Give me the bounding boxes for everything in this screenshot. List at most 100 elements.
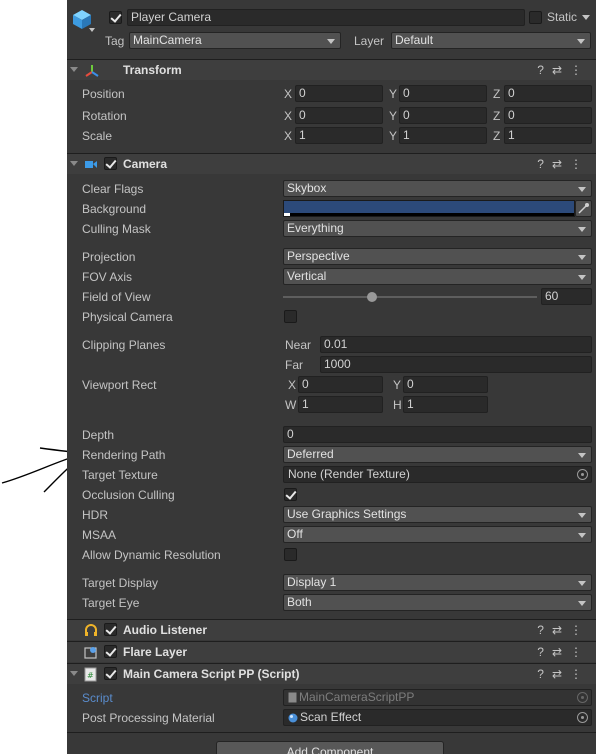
tag-dropdown[interactable]: MainCamera [129,32,341,49]
gameobject-icon-dropdown[interactable] [89,28,95,32]
script-file-icon [288,692,297,703]
position-y-axis: Y [389,87,398,101]
culling-mask-value: Everything [287,221,344,235]
fov-value-field[interactable]: 60 [541,288,592,305]
tag-label: Tag [105,34,125,48]
script-value: MainCameraScriptPP [299,690,415,704]
gameobject-icon [71,8,93,30]
component-header-icons[interactable]: ?⇄⋮ [537,157,590,171]
fov-slider-thumb[interactable] [366,292,377,302]
component-header-icons[interactable]: ?⇄⋮ [537,623,590,637]
scale-y-field[interactable]: 1 [399,127,487,144]
physical-camera-checkbox[interactable] [284,310,297,323]
chevron-down-icon [578,453,586,458]
chevron-down-icon [578,513,586,518]
static-dropdown-arrow[interactable] [582,15,590,20]
viewport-x-field[interactable]: 0 [298,376,383,393]
hdr-dropdown[interactable]: Use Graphics Settings [283,506,592,523]
object-picker-icon[interactable] [577,712,588,723]
static-checkbox[interactable] [529,11,542,24]
clipping-planes-label: Clipping Planes [82,338,166,352]
svg-text:#: # [87,671,94,680]
rotation-z-field[interactable]: 0 [504,107,592,124]
position-y-field[interactable]: 0 [399,85,487,102]
flare-layer-title: Flare Layer [123,645,188,659]
rendering-path-value: Deferred [287,447,334,461]
chevron-down-icon [578,227,586,232]
far-label: Far [285,358,303,372]
object-picker-icon[interactable] [577,469,588,480]
script-label: Script [82,691,113,705]
object-name-field[interactable]: Player Camera [127,9,525,26]
component-header-icons[interactable]: ?⇄⋮ [537,667,590,681]
rotation-y-field[interactable]: 0 [399,107,487,124]
transform-icon [85,65,99,77]
flare-layer-header[interactable]: Flare Layer ?⇄⋮ [67,641,596,662]
fov-axis-value: Vertical [287,269,327,283]
chevron-down-icon [578,187,586,192]
post-processing-material-field[interactable]: Scan Effect [283,709,592,726]
viewport-y-field[interactable]: 0 [403,376,488,393]
audio-listener-checkbox[interactable] [104,623,117,636]
material-value: Scan Effect [300,710,362,724]
flare-layer-checkbox[interactable] [104,645,117,658]
position-x-field[interactable]: 0 [295,85,383,102]
hdr-label: HDR [82,508,108,522]
component-header-icons[interactable]: ?⇄⋮ [537,63,590,77]
background-label: Background [82,202,147,216]
inspector-panel: Player Camera Static Tag MainCamera Laye… [67,0,596,754]
layer-dropdown[interactable]: Default [391,32,591,49]
script-component-header[interactable]: # Main Camera Script PP (Script) ?⇄⋮ [67,663,596,684]
msaa-dropdown[interactable]: Off [283,526,592,543]
camera-icon [85,161,97,168]
viewport-rect-label: Viewport Rect [82,378,157,392]
viewport-h-axis: H [393,398,402,412]
audio-listener-header[interactable]: Audio Listener ?⇄⋮ [67,619,596,640]
add-component-button[interactable]: Add Component [216,741,444,754]
transform-header[interactable]: Transform ?⇄⋮ [67,59,596,80]
culling-mask-dropdown[interactable]: Everything [283,220,592,237]
scale-z-field[interactable]: 1 [504,127,592,144]
camera-header[interactable]: Camera ?⇄⋮ [67,153,596,174]
projection-dropdown[interactable]: Perspective [283,248,592,265]
chevron-down-icon [578,601,586,606]
rotation-label: Rotation [82,109,127,123]
fov-axis-dropdown[interactable]: Vertical [283,268,592,285]
rotation-z-axis: Z [493,109,501,123]
background-color-field[interactable] [283,200,575,217]
fov-slider-track[interactable] [283,296,537,298]
script-enabled-checkbox[interactable] [104,667,117,680]
chevron-down-icon [578,275,586,280]
position-x-axis: X [284,87,293,101]
clear-flags-label: Clear Flags [82,182,144,196]
rotation-x-field[interactable]: 0 [295,107,383,124]
rendering-path-dropdown[interactable]: Deferred [283,446,592,463]
foldout-arrow-icon[interactable] [70,161,78,166]
far-field[interactable]: 1000 [320,356,592,373]
target-display-dropdown[interactable]: Display 1 [283,574,592,591]
tag-value: MainCamera [133,33,202,47]
foldout-arrow-icon[interactable] [70,671,78,676]
active-checkbox[interactable] [109,11,122,24]
eyedropper-icon[interactable] [575,200,592,217]
occlusion-culling-checkbox[interactable] [284,488,297,501]
target-texture-field[interactable]: None (Render Texture) [283,466,592,483]
clear-flags-dropdown[interactable]: Skybox [283,180,592,197]
target-eye-dropdown[interactable]: Both [283,594,592,611]
chevron-down-icon [578,581,586,586]
static-label[interactable]: Static [547,10,577,24]
script-field: MainCameraScriptPP [283,689,592,706]
component-header-icons[interactable]: ?⇄⋮ [537,645,590,659]
scale-x-field[interactable]: 1 [295,127,383,144]
position-z-field[interactable]: 0 [504,85,592,102]
depth-field[interactable]: 0 [283,426,592,443]
viewport-w-field[interactable]: 1 [298,396,383,413]
foldout-arrow-icon[interactable] [70,67,78,72]
dynamic-resolution-checkbox[interactable] [284,548,297,561]
near-field[interactable]: 0.01 [320,336,592,353]
post-processing-material-label: Post Processing Material [82,711,215,725]
viewport-h-field[interactable]: 1 [403,396,488,413]
camera-enabled-checkbox[interactable] [104,157,117,170]
scale-z-axis: Z [493,129,501,143]
target-eye-value: Both [287,595,312,609]
